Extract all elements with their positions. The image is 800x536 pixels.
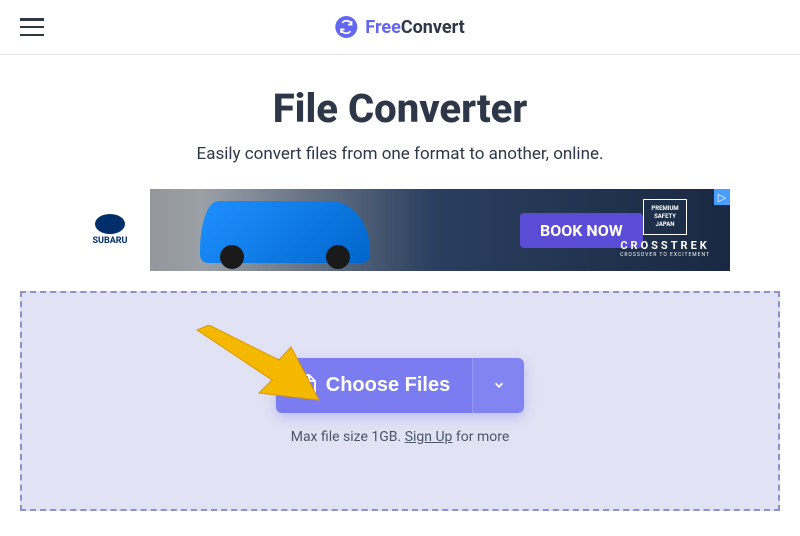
menu-icon[interactable] <box>20 18 44 36</box>
ad-right-info: PREMIUM SAFETY JAPAN CROSSTREK CROSSOVER… <box>620 199 710 258</box>
header: FreeConvert <box>0 0 800 55</box>
signup-link[interactable]: Sign Up <box>405 429 453 445</box>
chevron-down-icon <box>492 378 506 392</box>
choose-files-dropdown-button[interactable] <box>472 358 524 413</box>
annotation-arrow-icon <box>187 325 327 425</box>
ad-car-image <box>200 201 370 263</box>
file-dropzone[interactable]: Choose Files Max file size 1GB. Sign Up … <box>20 291 780 511</box>
file-size-hint: Max file size 1GB. Sign Up for more <box>291 429 510 445</box>
advertisement-banner[interactable]: SUBARU BOOK NOW PREMIUM SAFETY JAPAN CRO… <box>70 189 730 271</box>
page-title: File Converter <box>20 85 780 132</box>
ad-brand-badge: SUBARU <box>70 189 150 271</box>
ad-shield-icon: PREMIUM SAFETY JAPAN <box>643 199 687 235</box>
brand-logo[interactable]: FreeConvert <box>335 16 464 38</box>
page-subtitle: Easily convert files from one format to … <box>20 144 780 164</box>
ad-info-icon[interactable]: ▷ <box>714 189 730 205</box>
choose-files-label: Choose Files <box>326 374 450 397</box>
main-content: File Converter Easily convert files from… <box>0 55 800 531</box>
brand-text: FreeConvert <box>365 17 464 38</box>
refresh-icon <box>335 16 357 38</box>
